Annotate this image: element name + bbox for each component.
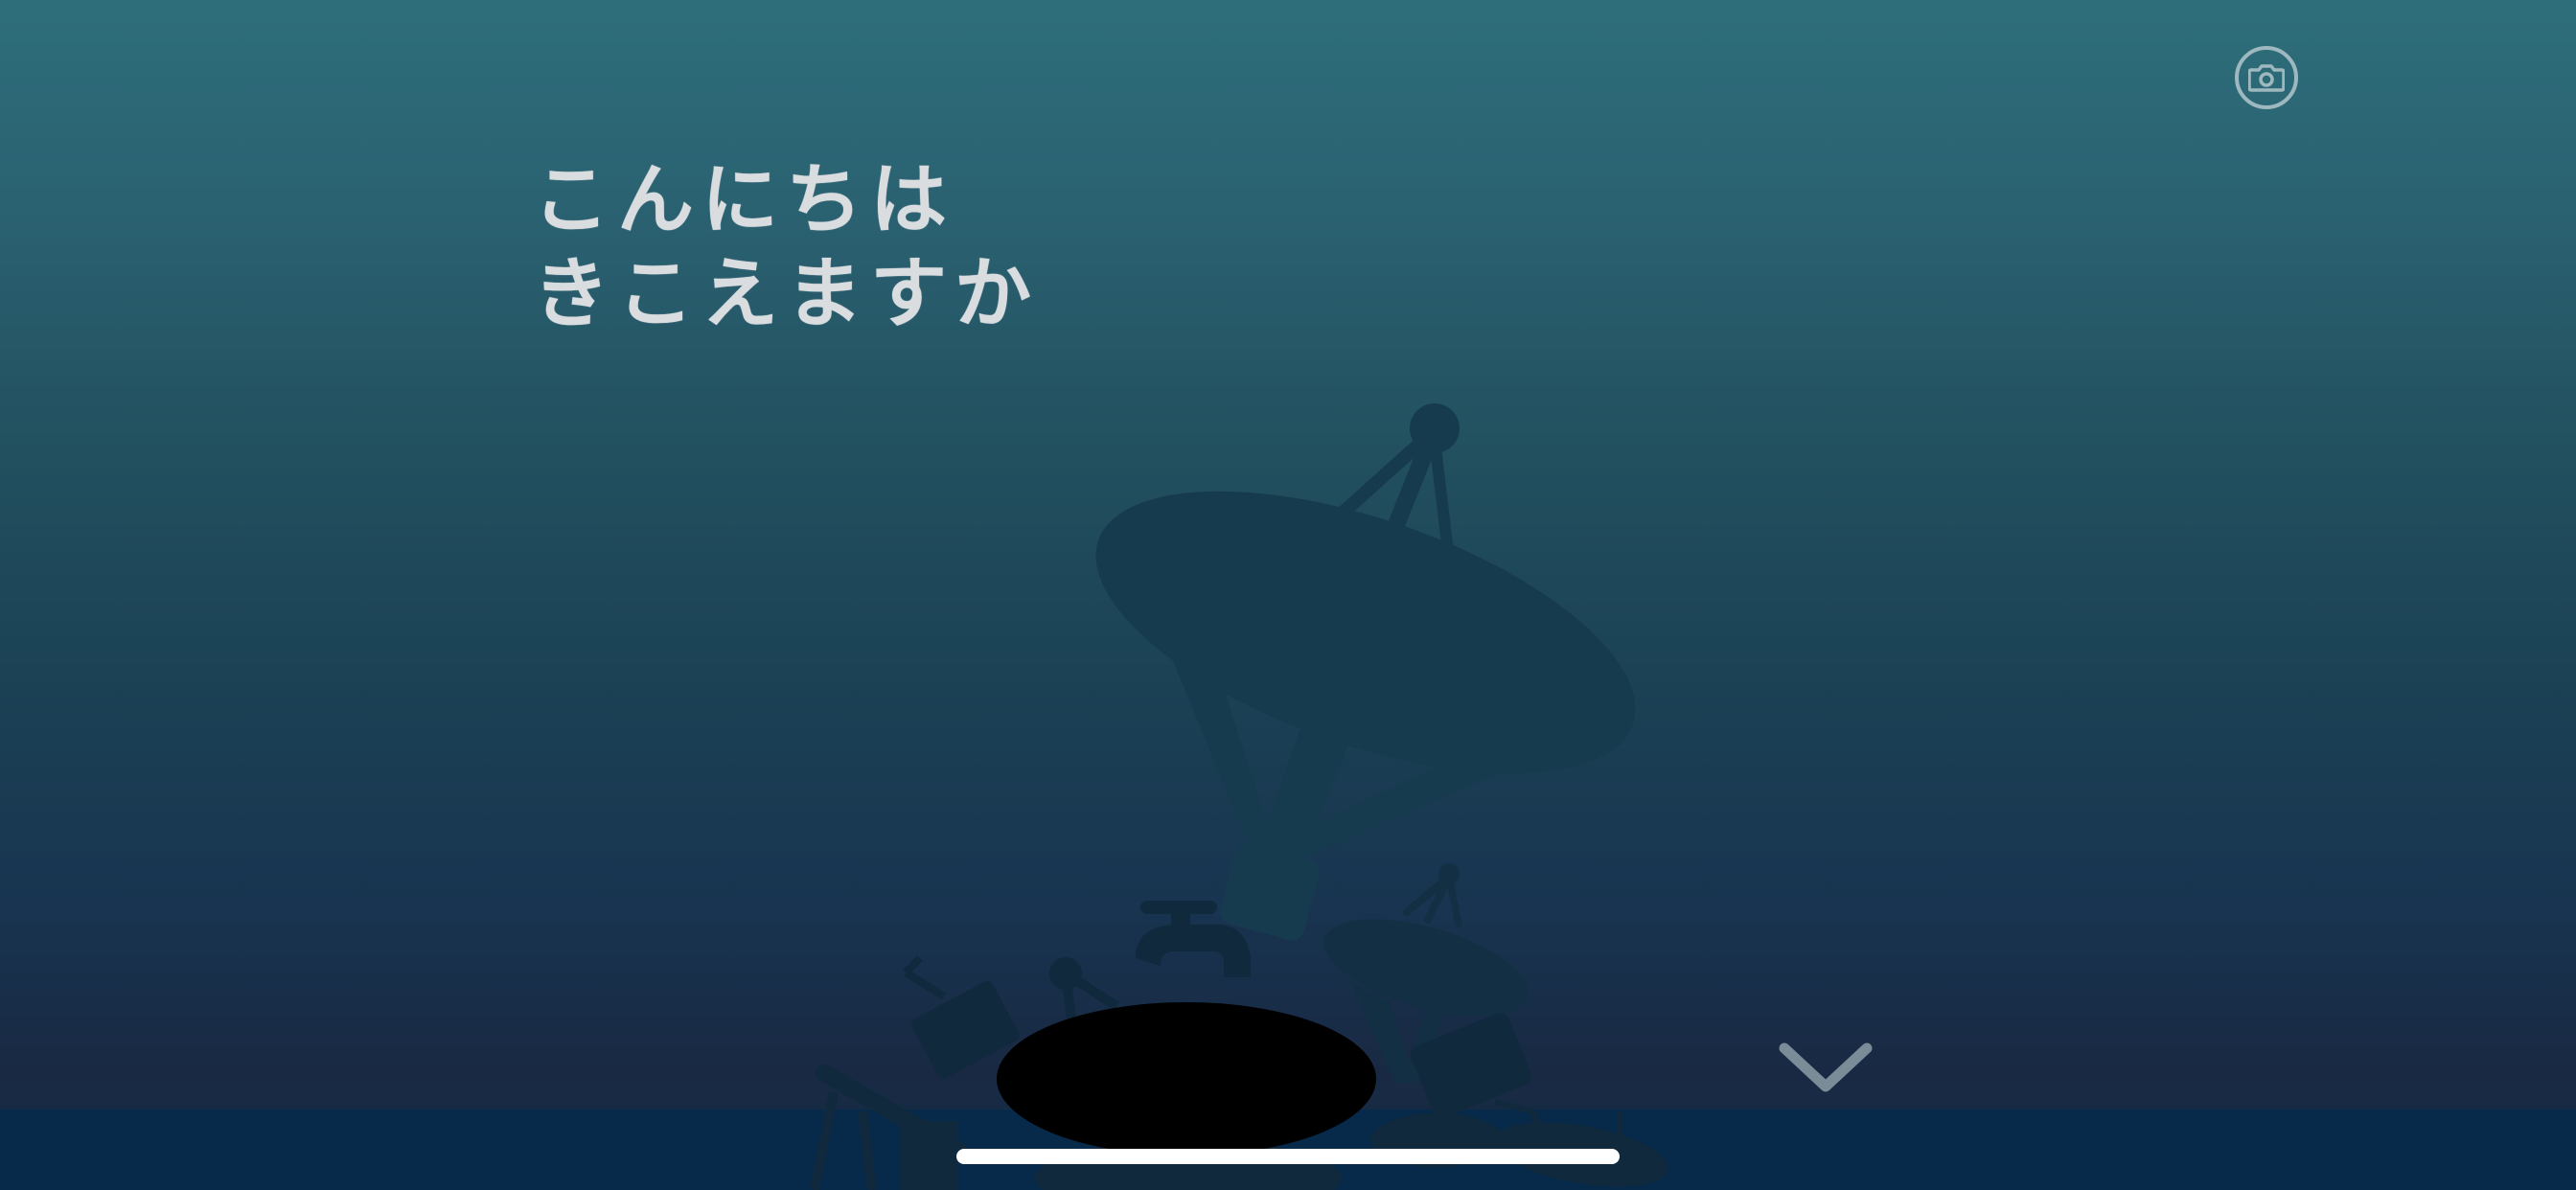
scroll-down-button[interactable] xyxy=(1773,1037,1878,1108)
large-radio-telescope xyxy=(1095,403,1636,941)
chevron-down-icon xyxy=(1779,1042,1873,1092)
dialogue-line-2: きこえますか xyxy=(533,249,1039,338)
dialogue-message: こんにちは きこえますか xyxy=(533,153,1039,341)
antenna-silhouettes xyxy=(810,403,1668,1190)
camera-icon xyxy=(2248,64,2285,92)
game-scene: こんにちは きこえますか xyxy=(0,0,2576,1190)
camera-button[interactable] xyxy=(2235,46,2298,109)
dialogue-line-1: こんにちは xyxy=(533,155,954,244)
home-indicator[interactable] xyxy=(956,1149,1620,1164)
redacted-region xyxy=(997,1002,1376,1156)
